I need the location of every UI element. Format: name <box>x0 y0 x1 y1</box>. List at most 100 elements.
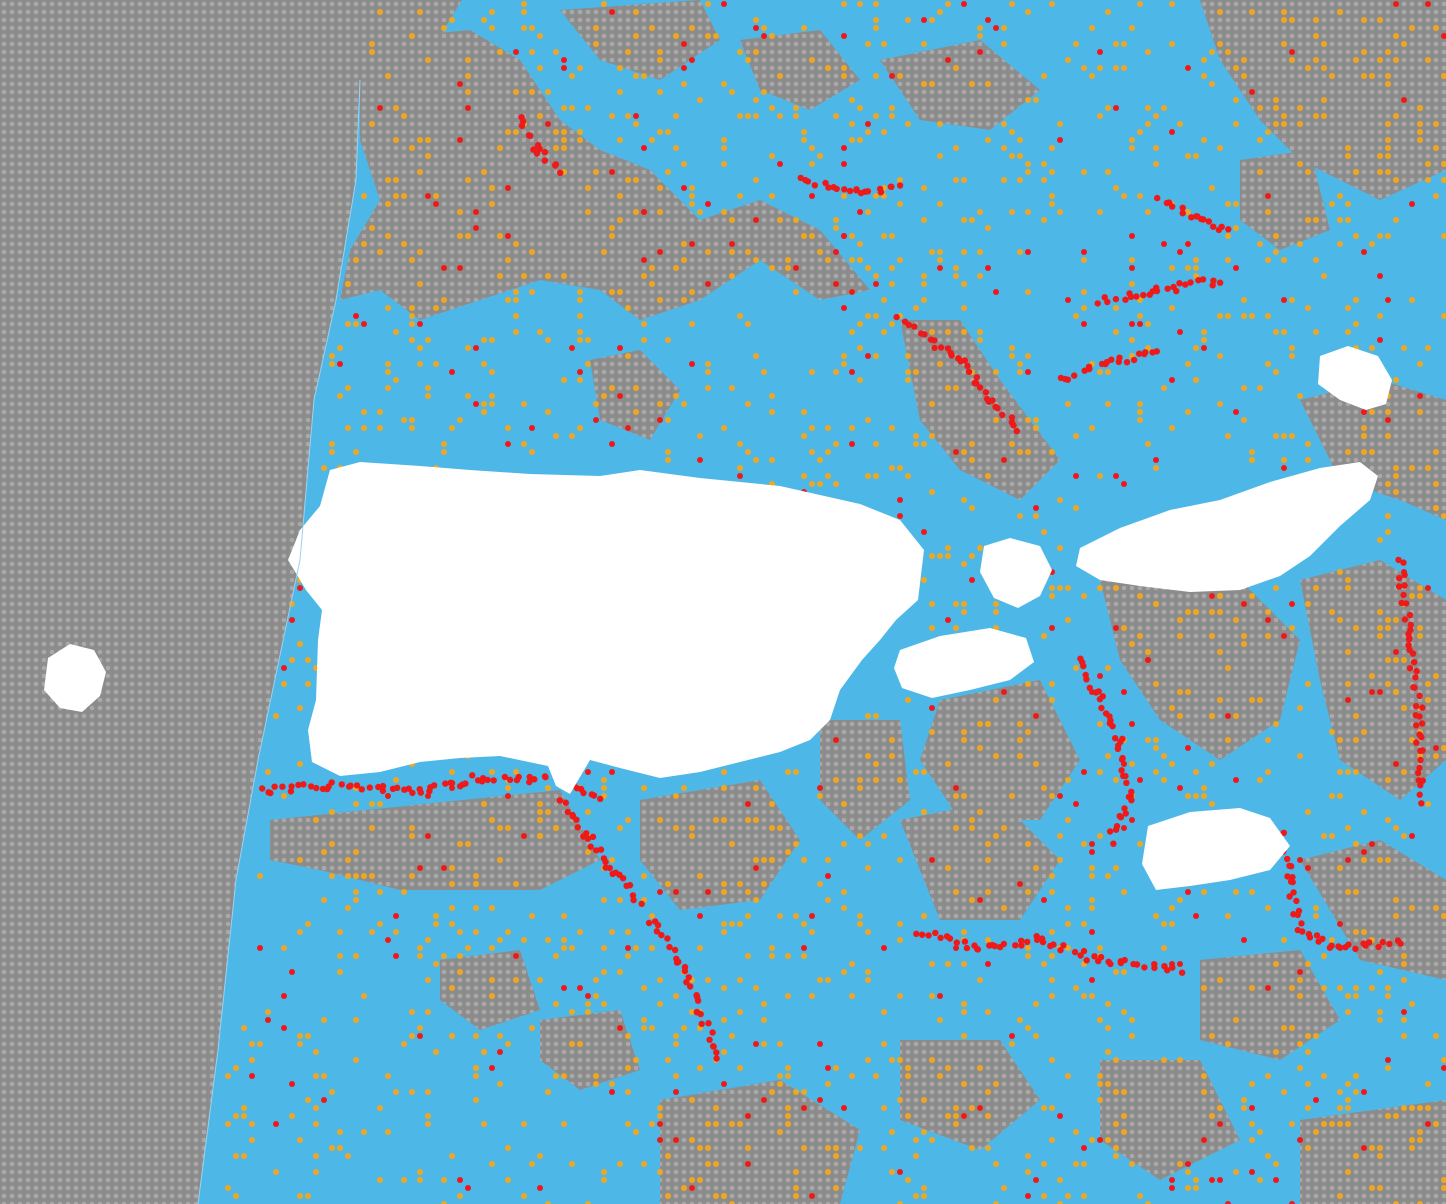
low-class-pixel <box>529 25 535 31</box>
low-class-pixel <box>753 353 759 359</box>
low-class-pixel <box>641 985 647 991</box>
low-class-pixel <box>689 1137 695 1143</box>
low-class-pixel <box>665 337 671 343</box>
low-class-pixel <box>489 201 495 207</box>
low-class-pixel <box>833 225 839 231</box>
high-class-pixel <box>1345 941 1352 948</box>
low-class-pixel <box>929 625 935 631</box>
low-class-pixel <box>881 833 887 839</box>
low-class-pixel <box>1281 113 1287 119</box>
low-class-pixel <box>1017 753 1023 759</box>
low-class-pixel <box>913 433 919 439</box>
high-class-pixel <box>593 417 599 423</box>
low-class-pixel <box>1033 97 1039 103</box>
low-class-pixel <box>793 841 799 847</box>
high-class-pixel <box>385 793 391 799</box>
high-class-pixel <box>1393 761 1399 767</box>
high-class-pixel <box>619 875 627 882</box>
low-class-pixel <box>1121 65 1127 71</box>
low-class-pixel <box>377 889 383 895</box>
low-class-pixel <box>457 953 463 959</box>
low-class-pixel <box>401 241 407 247</box>
high-class-pixel <box>1289 49 1295 55</box>
low-class-pixel <box>1393 897 1399 903</box>
low-class-pixel <box>305 681 311 687</box>
low-class-pixel <box>585 1001 591 1007</box>
low-class-pixel <box>953 625 959 631</box>
high-class-pixel <box>1201 345 1207 351</box>
low-class-pixel <box>1161 385 1167 391</box>
high-class-pixel <box>1153 287 1161 295</box>
low-class-pixel <box>1129 257 1135 263</box>
low-class-pixel <box>369 225 375 231</box>
low-class-pixel <box>1297 977 1303 983</box>
low-class-pixel <box>521 1121 527 1127</box>
low-class-pixel <box>1385 137 1391 143</box>
low-class-pixel <box>425 937 431 943</box>
low-class-pixel <box>1081 257 1087 263</box>
low-class-pixel <box>425 1089 431 1095</box>
low-class-pixel <box>601 1 607 7</box>
low-class-pixel <box>297 1033 303 1039</box>
high-class-pixel <box>281 993 287 999</box>
low-class-pixel <box>1377 57 1383 63</box>
low-class-pixel <box>1313 1033 1319 1039</box>
low-class-pixel <box>601 249 607 255</box>
low-class-pixel <box>1185 209 1191 215</box>
high-class-pixel <box>761 1097 767 1103</box>
low-class-pixel <box>657 977 663 983</box>
low-class-pixel <box>1313 913 1319 919</box>
low-class-pixel <box>721 817 727 823</box>
high-class-pixel <box>506 776 514 783</box>
low-class-pixel <box>929 489 935 495</box>
low-class-pixel <box>1185 153 1191 159</box>
low-class-pixel <box>633 177 639 183</box>
low-class-pixel <box>1401 1033 1407 1039</box>
low-class-pixel <box>713 33 719 39</box>
low-class-pixel <box>1017 721 1023 727</box>
high-class-pixel <box>658 931 665 939</box>
high-class-pixel <box>1241 937 1247 943</box>
low-class-pixel <box>833 1153 839 1159</box>
low-class-pixel <box>385 73 391 79</box>
low-class-pixel <box>689 185 695 191</box>
high-class-pixel <box>457 265 463 271</box>
low-class-pixel <box>1169 305 1175 311</box>
low-class-pixel <box>1265 609 1271 615</box>
low-class-pixel <box>849 233 855 239</box>
high-class-pixel <box>1033 505 1039 511</box>
low-class-pixel <box>593 993 599 999</box>
high-class-pixel <box>1401 582 1408 589</box>
low-class-pixel <box>305 921 311 927</box>
high-class-pixel <box>1185 745 1191 751</box>
low-class-pixel <box>1377 153 1383 159</box>
low-class-pixel <box>761 1041 767 1047</box>
low-class-pixel <box>921 185 927 191</box>
low-class-pixel <box>297 929 303 935</box>
low-class-pixel <box>1409 1001 1415 1007</box>
low-class-pixel <box>1201 985 1207 991</box>
low-class-pixel <box>1225 913 1231 919</box>
low-class-pixel <box>537 833 543 839</box>
high-class-pixel <box>1065 297 1071 303</box>
low-class-pixel <box>1393 177 1399 183</box>
low-class-pixel <box>1025 289 1031 295</box>
low-class-pixel <box>1361 729 1367 735</box>
low-class-pixel <box>657 209 663 215</box>
low-class-pixel <box>1433 905 1439 911</box>
low-class-pixel <box>361 409 367 415</box>
low-class-pixel <box>561 377 567 383</box>
low-class-pixel <box>1265 769 1271 775</box>
low-class-pixel <box>393 193 399 199</box>
low-class-pixel <box>593 41 599 47</box>
low-class-pixel <box>361 193 367 199</box>
low-class-pixel <box>1353 993 1359 999</box>
low-class-pixel <box>833 1065 839 1071</box>
low-class-pixel <box>1393 217 1399 223</box>
high-class-pixel <box>681 185 687 191</box>
low-class-pixel <box>649 137 655 143</box>
low-class-pixel <box>921 41 927 47</box>
low-class-pixel <box>641 73 647 79</box>
high-class-pixel <box>1119 735 1126 742</box>
low-class-pixel <box>1177 1161 1183 1167</box>
